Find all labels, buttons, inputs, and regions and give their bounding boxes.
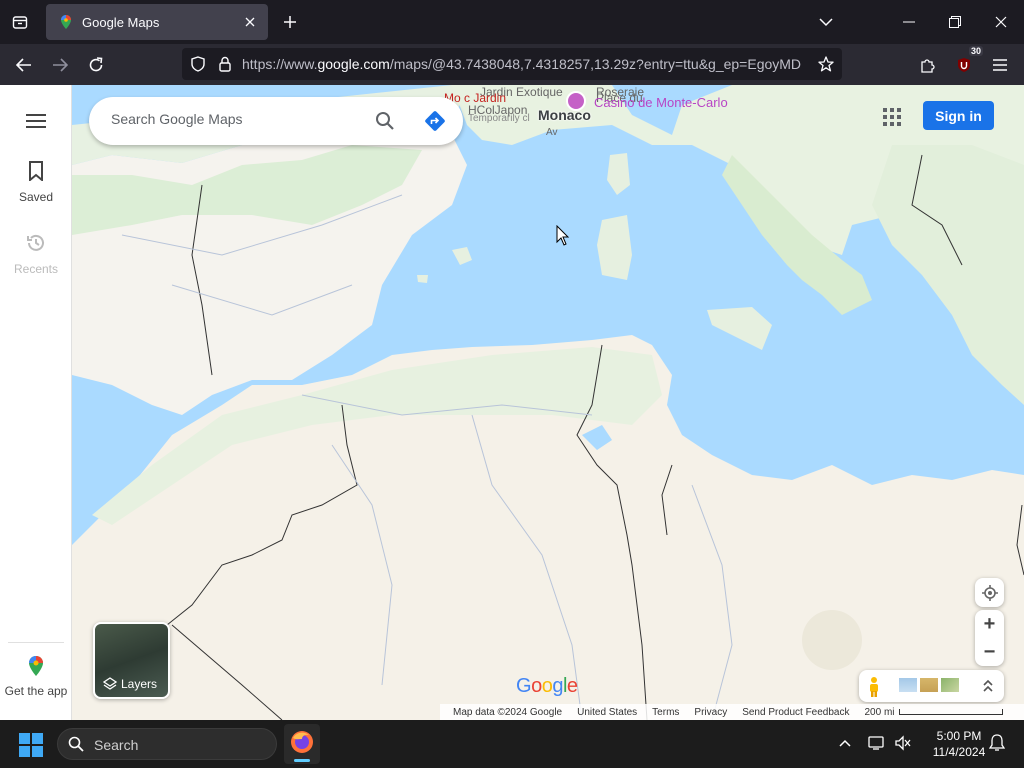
google-apps-icon[interactable] [880, 105, 904, 129]
get-app-button[interactable]: Get the app [0, 655, 72, 698]
feedback-link[interactable]: Send Product Feedback [742, 707, 849, 718]
maps-menu-icon[interactable] [24, 109, 48, 133]
map-footer: Map data ©2024 Google United States Term… [440, 704, 1024, 720]
new-tab-icon[interactable] [278, 10, 302, 34]
scale-label: 200 mi [864, 706, 895, 718]
sidebar-divider [8, 642, 64, 643]
casino-pin-icon[interactable] [566, 91, 586, 111]
close-tab-icon[interactable] [240, 12, 260, 32]
reload-icon[interactable] [83, 52, 109, 78]
map-label-av: Av [546, 127, 558, 138]
address-bar[interactable]: https://www.google.com/maps/@43.7438048,… [182, 48, 842, 80]
map-scale[interactable]: 200 mi [865, 707, 1003, 718]
tracking-protection-shield-icon[interactable] [188, 54, 208, 74]
layers-button[interactable]: Layers [93, 622, 170, 699]
maps-sidebar: Saved Recents Get the app [0, 85, 72, 720]
forward-icon[interactable] [47, 52, 73, 78]
saved-label: Saved [18, 190, 54, 204]
privacy-link[interactable]: Privacy [694, 707, 727, 718]
map-label-casino[interactable]: Casino de Monte-Carlo [594, 95, 728, 110]
windows-taskbar: Search 5:00 PM 11/4/2024 [0, 720, 1024, 768]
active-app-indicator [294, 759, 310, 762]
google-logo: Google [516, 675, 578, 697]
terms-link[interactable]: Terms [652, 707, 679, 718]
network-icon[interactable] [866, 732, 888, 754]
extension-badge: 30 [968, 46, 983, 56]
search-icon[interactable] [373, 109, 397, 133]
taskbar-search-box[interactable]: Search [57, 728, 277, 760]
map-label-monaco[interactable]: Monaco [538, 107, 591, 123]
country-link[interactable]: United States [577, 707, 637, 718]
tab-strip: Google Maps [0, 0, 1024, 44]
url-text[interactable]: https://www.google.com/maps/@43.7438048,… [242, 56, 802, 72]
tab-list-icon[interactable] [8, 10, 32, 34]
taskbar-search-icon [68, 736, 84, 752]
saved-button[interactable]: Saved [0, 161, 72, 204]
ublock-extension-icon[interactable]: 30 [951, 46, 983, 78]
back-icon[interactable] [11, 52, 37, 78]
sign-in-button[interactable]: Sign in [923, 101, 994, 130]
layers-label: Layers [121, 677, 158, 691]
search-box [89, 97, 463, 145]
bookmark-icon [29, 161, 43, 183]
get-app-label: Get the app [4, 684, 68, 698]
map-canvas[interactable] [72, 85, 1024, 720]
lock-icon[interactable] [215, 54, 235, 74]
zoom-out-button[interactable]: − [975, 638, 1004, 666]
map-label-temp: Temporarily cl [468, 113, 530, 124]
show-hidden-icons-chevron-up-icon[interactable] [834, 732, 856, 754]
history-icon [27, 234, 44, 251]
zoom-in-button[interactable]: + [975, 610, 1004, 638]
imagery-thumbnail-1[interactable] [899, 678, 917, 692]
my-location-button[interactable] [975, 578, 1004, 607]
notification-bell-icon[interactable] [986, 732, 1008, 754]
firefox-icon [291, 731, 313, 753]
close-window-icon[interactable] [986, 8, 1016, 36]
windows-start-icon[interactable] [18, 732, 44, 758]
taskbar-firefox-button[interactable] [284, 724, 320, 764]
scale-bar [898, 709, 1003, 715]
page-content: Jardin Exotique Mo c Jardin Roseraie Pla… [0, 85, 1024, 720]
expand-up-icon[interactable] [983, 679, 993, 693]
volume-muted-icon[interactable] [892, 732, 914, 754]
extensions-puzzle-icon[interactable] [915, 52, 941, 78]
maps-pin-icon [29, 656, 43, 676]
pegman-icon[interactable] [867, 676, 881, 698]
restore-icon[interactable] [940, 8, 970, 36]
zoom-controls: + − [975, 610, 1004, 666]
list-all-tabs-icon[interactable] [814, 10, 838, 34]
street-view-and-imagery-bar [859, 670, 1004, 702]
imagery-thumbnail-2[interactable] [920, 678, 938, 692]
bookmark-star-icon[interactable] [816, 54, 836, 74]
tab-title: Google Maps [82, 14, 160, 30]
map-data-text: Map data ©2024 Google [453, 706, 563, 718]
hamburger-menu-icon[interactable] [987, 52, 1013, 78]
recents-button[interactable]: Recents [0, 233, 72, 276]
my-location-icon [981, 584, 998, 601]
mouse-cursor-icon [556, 225, 570, 246]
google-maps-favicon-icon [61, 15, 71, 29]
browser-window: Google Maps https://www.google.com/maps/… [0, 0, 1024, 720]
minimize-icon[interactable] [894, 8, 924, 36]
layers-icon [103, 677, 117, 690]
recents-label: Recents [13, 262, 59, 276]
imagery-thumbnail-3[interactable] [941, 678, 959, 692]
taskbar-search-label: Search [94, 737, 139, 753]
directions-icon[interactable] [423, 109, 447, 133]
search-input[interactable] [111, 111, 361, 127]
navigation-toolbar: https://www.google.com/maps/@43.7438048,… [0, 44, 1024, 85]
tab-google-maps[interactable]: Google Maps [46, 4, 268, 40]
